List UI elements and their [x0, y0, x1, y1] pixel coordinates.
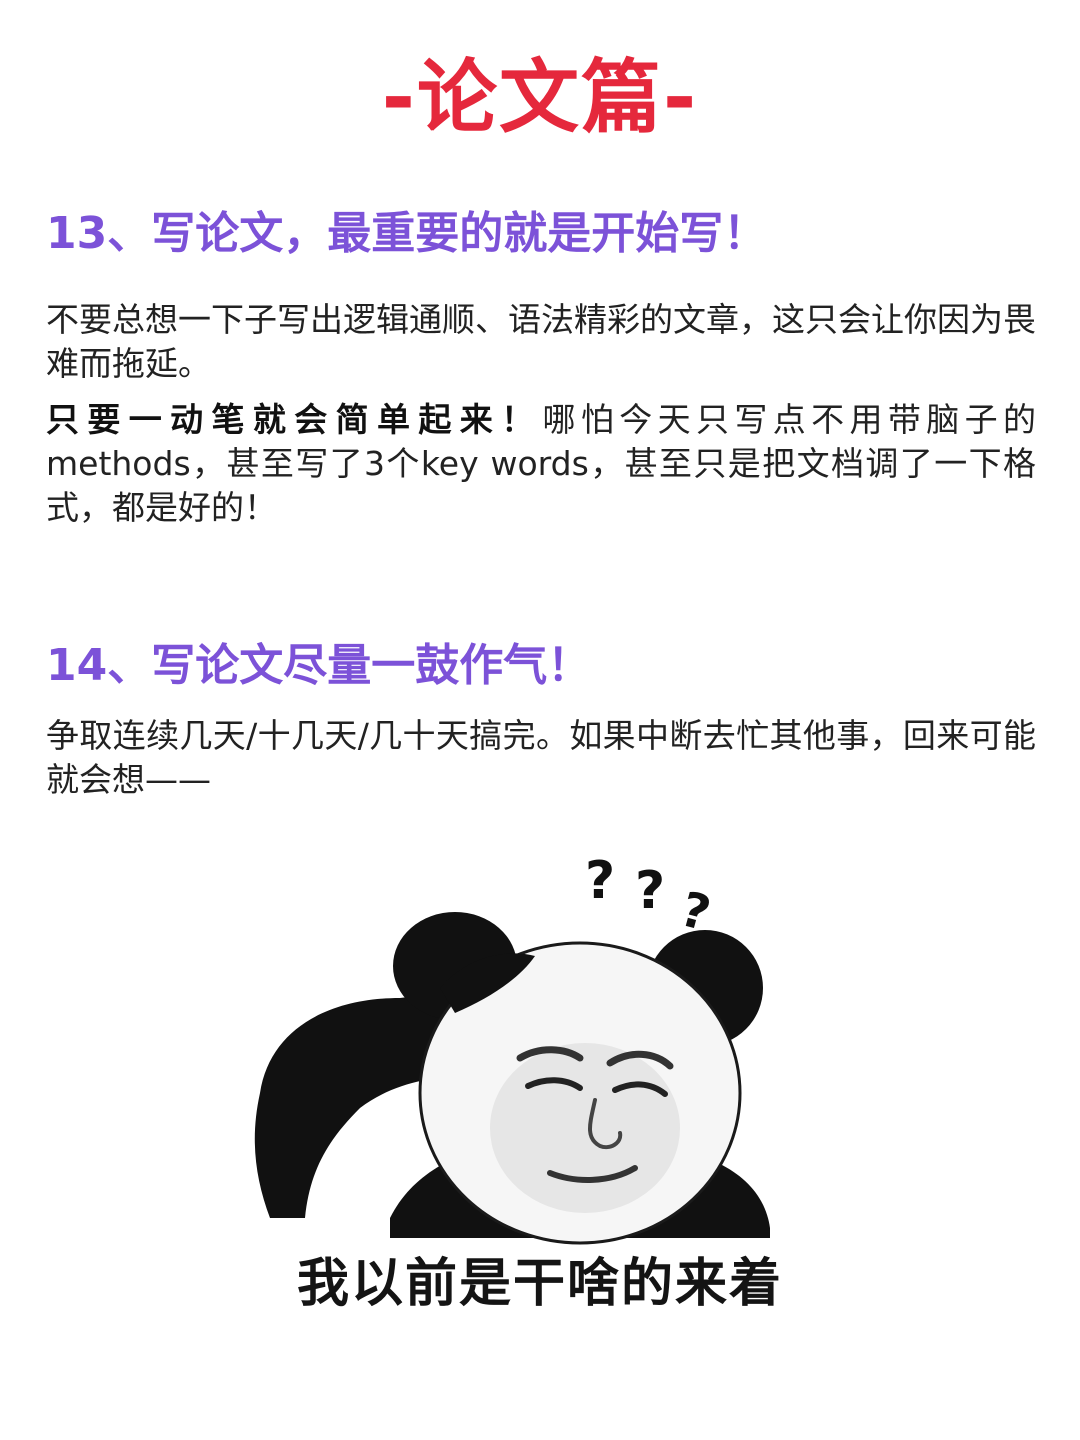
section-13-heading: 13、写论文，最重要的就是开始写！ — [46, 208, 768, 259]
section-14-heading: 14、写论文尽量一鼓作气！ — [46, 640, 592, 691]
section-13-paragraph-2: 只要一动笔就会简单起来！哪怕今天只写点不用带脑子的methods，甚至写了3个k… — [46, 398, 1036, 530]
section-13-emphasis: 只要一动笔就会简单起来！ — [46, 400, 543, 439]
section-13-paragraph-1: 不要总想一下子写出逻辑通顺、语法精彩的文章，这只会让你因为畏难而拖延。 — [46, 300, 1036, 383]
question-mark-2: ? — [635, 861, 665, 921]
page-title: -论文篇- — [381, 51, 699, 144]
question-mark-1: ? — [585, 851, 615, 911]
meme-caption: 我以前是干啥的来着 — [296, 1254, 783, 1314]
section-14-paragraph: 争取连续几天/十几天/几十天搞完。如果中断去忙其他事，回来可能就会想—— — [46, 716, 1036, 799]
